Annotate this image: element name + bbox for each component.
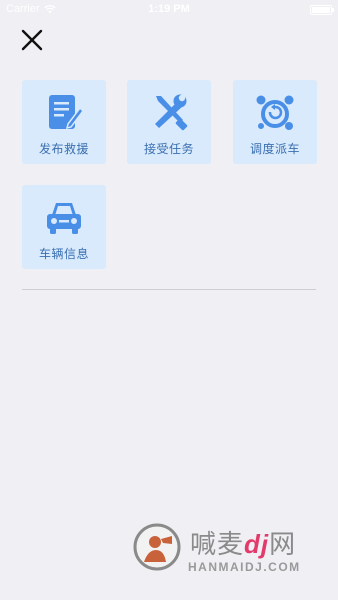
menu-item-label: 发布救援 [38, 142, 89, 156]
divider [22, 289, 316, 290]
tools-icon [155, 94, 188, 131]
menu-item-dispatch[interactable]: 调度派车 [233, 80, 317, 164]
watermark-url: HANMAIDJ.COM [188, 560, 301, 574]
watermark-text: 喊麦dj网 [190, 524, 296, 561]
dispatch-icon [256, 95, 294, 130]
menu-item-vehicle-info[interactable]: 车辆信息 [22, 185, 106, 269]
status-bar: Carrier 1:19 PM [0, 0, 338, 20]
watermark-suffix: 网 [269, 529, 297, 559]
menu-item-label: 调度派车 [249, 142, 300, 156]
watermark: 喊麦dj网 HANMAIDJ.COM [130, 520, 338, 580]
menu-item-label: 车辆信息 [38, 247, 89, 261]
status-time: 1:19 PM [148, 3, 190, 15]
battery-icon [310, 5, 334, 15]
menu-item-label: 接受任务 [143, 142, 194, 156]
document-edit-icon [49, 95, 84, 130]
watermark-logo-icon [133, 523, 181, 571]
close-icon [21, 29, 43, 51]
menu-item-publish-rescue[interactable]: 发布救援 [22, 80, 106, 164]
car-icon [47, 203, 81, 234]
close-button[interactable] [18, 26, 46, 54]
watermark-cn-text: 喊麦 [190, 529, 245, 559]
watermark-dj-mark: dj [244, 529, 270, 559]
menu-item-accept-task[interactable]: 接受任务 [127, 80, 211, 164]
